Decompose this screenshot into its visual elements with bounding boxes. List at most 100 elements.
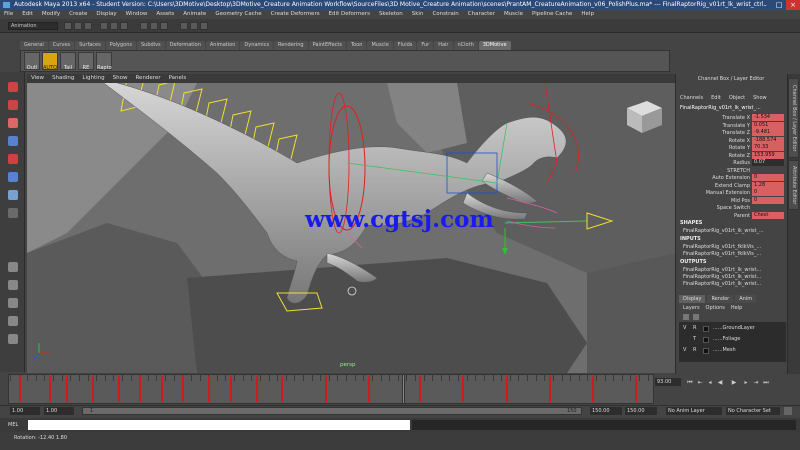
viewport-menu-lighting[interactable]: Lighting bbox=[82, 74, 104, 83]
keyframe-marker[interactable] bbox=[367, 376, 370, 402]
new-layer-icon[interactable] bbox=[683, 314, 689, 320]
channel-value[interactable]: 153.959 bbox=[752, 151, 784, 159]
layout-icon[interactable] bbox=[8, 334, 18, 344]
layer-tab-render[interactable]: Render bbox=[707, 295, 734, 303]
shape-node[interactable]: FinalRaptorRig_v01rt_lk_wrist_... bbox=[683, 228, 764, 234]
menu-create[interactable]: Create bbox=[69, 10, 87, 19]
move-tool-icon[interactable] bbox=[8, 136, 18, 146]
save-scene-icon[interactable] bbox=[84, 22, 92, 30]
snap-curve-icon[interactable] bbox=[150, 22, 158, 30]
persp-outliner-icon[interactable] bbox=[8, 298, 18, 308]
start-time-field[interactable]: 1.00 bbox=[10, 407, 40, 415]
shelf-tab-subdivs[interactable]: Subdivs bbox=[137, 41, 165, 50]
shelf-button-re[interactable]: RE bbox=[78, 52, 94, 71]
layer-tab-display[interactable]: Display bbox=[679, 295, 706, 303]
keyframe-marker[interactable] bbox=[18, 376, 21, 402]
step-back-key-icon[interactable]: ⇤ bbox=[696, 379, 704, 387]
keyframe-marker[interactable] bbox=[117, 376, 120, 402]
channel-row[interactable]: Parent Chest bbox=[677, 211, 785, 220]
channel-value[interactable]: 0.051 bbox=[752, 121, 784, 129]
snap-point-icon[interactable] bbox=[160, 22, 168, 30]
open-scene-icon[interactable] bbox=[74, 22, 82, 30]
layer-color-swatch[interactable] bbox=[703, 348, 709, 354]
shelf-tab-ncloth[interactable]: nCloth bbox=[453, 41, 478, 50]
keyframe-marker[interactable] bbox=[48, 376, 51, 402]
menu-skin[interactable]: Skin bbox=[412, 10, 424, 19]
single-pane-icon[interactable] bbox=[8, 262, 18, 272]
menu-pipeline-cache[interactable]: Pipeline Cache bbox=[532, 10, 572, 19]
menu-constrain[interactable]: Constrain bbox=[432, 10, 458, 19]
end-time-field[interactable]: 150.00 bbox=[625, 407, 657, 415]
scale-tool-icon[interactable] bbox=[8, 172, 18, 182]
shelf-tab-hair[interactable]: Hair bbox=[434, 41, 453, 50]
menu-window[interactable]: Window bbox=[126, 10, 148, 19]
maximize-icon[interactable]: □ bbox=[772, 0, 786, 10]
play-backward-icon[interactable]: ◀ bbox=[716, 379, 724, 387]
menu-edit[interactable]: Edit bbox=[22, 10, 33, 19]
viewport-menu-shading[interactable]: Shading bbox=[52, 74, 74, 83]
shelf-tab-painteffects[interactable]: PaintEffects bbox=[308, 41, 346, 50]
channel-value[interactable]: 1.28 bbox=[752, 181, 784, 189]
menu-display[interactable]: Display bbox=[96, 10, 116, 19]
ipr-render-icon[interactable] bbox=[190, 22, 198, 30]
keyframe-marker[interactable] bbox=[160, 376, 163, 402]
shelf-button-tail[interactable]: Tail bbox=[60, 52, 76, 71]
shelf-tab-polygons[interactable]: Polygons bbox=[105, 41, 136, 50]
channel-value[interactable]: 0 bbox=[752, 174, 784, 181]
channel-menu-show[interactable]: Show bbox=[753, 95, 767, 101]
viewport-menu-renderer[interactable]: Renderer bbox=[135, 74, 160, 83]
character-set-select[interactable]: No Character Set bbox=[726, 407, 780, 415]
anim-layer-select[interactable]: No Anim Layer bbox=[666, 407, 722, 415]
layer-display-type[interactable]: T bbox=[693, 335, 696, 344]
close-icon[interactable]: × bbox=[786, 0, 800, 10]
keyframe-marker[interactable] bbox=[419, 376, 422, 402]
new-selected-layer-icon[interactable] bbox=[693, 314, 699, 320]
preferences-icon[interactable] bbox=[784, 407, 792, 415]
playback-start-field[interactable]: 1.00 bbox=[44, 407, 74, 415]
select-object-icon[interactable] bbox=[110, 22, 118, 30]
manipulator-tool-icon[interactable] bbox=[8, 190, 18, 200]
shelf-tab-muscle[interactable]: Muscle bbox=[367, 41, 393, 50]
shelf-tab-animation[interactable]: Animation bbox=[205, 41, 240, 50]
go-to-end-icon[interactable]: ⏭ bbox=[762, 379, 770, 387]
keyframe-marker[interactable] bbox=[281, 376, 284, 402]
viewport-menu-panels[interactable]: Panels bbox=[169, 74, 187, 83]
menu-help[interactable]: Help bbox=[581, 10, 594, 19]
keyframe-marker[interactable] bbox=[66, 376, 68, 402]
lasso-tool-icon[interactable] bbox=[8, 100, 18, 110]
keyframe-marker[interactable] bbox=[634, 376, 637, 402]
menu-character[interactable]: Character bbox=[468, 10, 495, 19]
shelf-tab-curves[interactable]: Curves bbox=[48, 41, 75, 50]
channel-value[interactable]: -188.574 bbox=[752, 136, 784, 144]
output-node[interactable]: FinalRaptorRig_v01rt_lk_wrist... bbox=[683, 267, 761, 273]
viewport-menu-view[interactable]: View bbox=[31, 74, 44, 83]
keyframe-marker[interactable] bbox=[139, 376, 142, 402]
channel-value[interactable]: 0.07 bbox=[752, 159, 784, 166]
four-pane-icon[interactable] bbox=[8, 280, 18, 290]
layer-tab-anim[interactable]: Anim bbox=[735, 295, 757, 303]
layer-menu-help[interactable]: Help bbox=[731, 305, 742, 311]
output-node[interactable]: FinalRaptorRig_v01rt_lk_wrist... bbox=[683, 274, 761, 280]
menu-file[interactable]: File bbox=[4, 10, 13, 19]
shelf-tab-3dmotive[interactable]: 3DMotive bbox=[478, 41, 511, 50]
layer-row[interactable]: V R ......GroundLayer bbox=[681, 324, 785, 333]
side-tab-attribute-editor[interactable]: Attribute Editor bbox=[788, 160, 799, 210]
keyframe-marker[interactable] bbox=[548, 376, 551, 402]
layer-name[interactable]: ......Foliage bbox=[713, 335, 740, 344]
side-tab-channel-box[interactable]: Channel Box / Layer Editor bbox=[788, 78, 799, 158]
keyframe-marker[interactable] bbox=[255, 376, 258, 402]
channel-value[interactable]: 0 bbox=[752, 196, 784, 204]
step-back-frame-icon[interactable]: ◂ bbox=[706, 379, 714, 387]
shelf-tab-surfaces[interactable]: Surfaces bbox=[75, 41, 105, 50]
time-slider-playhead[interactable] bbox=[402, 374, 406, 404]
channel-value[interactable]: -1.534 bbox=[752, 114, 784, 121]
menu-muscle[interactable]: Muscle bbox=[504, 10, 523, 19]
menu-skeleton[interactable]: Skeleton bbox=[379, 10, 403, 19]
input-node[interactable]: FinalRaptorRig_v01rt_fkIkVis_... bbox=[683, 251, 761, 257]
channel-menu-edit[interactable]: Edit bbox=[711, 95, 721, 101]
shelf-button-auto[interactable]: AUTO bbox=[42, 52, 58, 71]
shelf-tab-fur[interactable]: Fur bbox=[417, 41, 434, 50]
mode-select[interactable]: Animation bbox=[8, 22, 58, 30]
render-settings-icon[interactable] bbox=[200, 22, 208, 30]
menu-edit-deformers[interactable]: Edit Deformers bbox=[329, 10, 370, 19]
